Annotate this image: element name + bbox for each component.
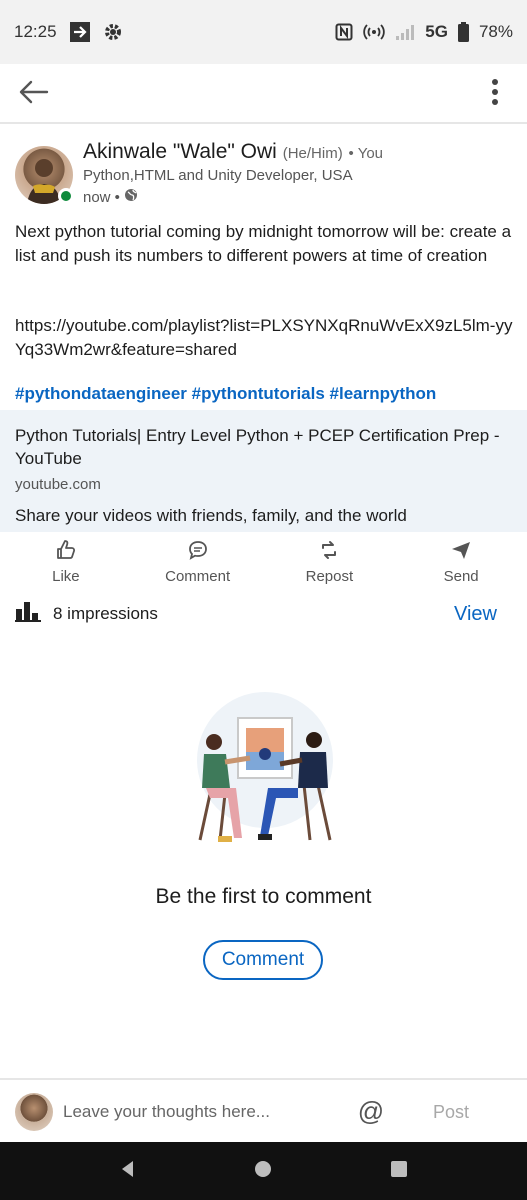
clock: 12:25 bbox=[14, 22, 57, 41]
comment-button[interactable]: Comment bbox=[203, 940, 323, 980]
more-options-button[interactable] bbox=[483, 76, 507, 112]
repost-icon bbox=[318, 539, 340, 565]
repost-label: Repost bbox=[305, 568, 354, 585]
nav-recents-button[interactable] bbox=[389, 1159, 409, 1184]
composer-avatar bbox=[15, 1093, 53, 1131]
author-pronouns: (He/Him) bbox=[282, 145, 343, 162]
impressions-row: 8 impressions bbox=[15, 600, 158, 627]
like-label: Like bbox=[52, 568, 80, 585]
comment-bubble-icon bbox=[187, 539, 209, 565]
network-label: 5G bbox=[425, 22, 448, 41]
signal-icon bbox=[395, 23, 415, 41]
nav-home-button[interactable] bbox=[253, 1159, 273, 1184]
nfc-icon bbox=[335, 23, 353, 41]
author-name[interactable]: Akinwale "Wale" Owi bbox=[83, 140, 277, 163]
post-text: Next python tutorial coming by midnight … bbox=[15, 222, 512, 265]
impressions-count: 8 impressions bbox=[53, 603, 158, 623]
repost-button[interactable]: Repost bbox=[264, 535, 396, 585]
author-relation: • You bbox=[348, 145, 384, 162]
mention-button[interactable]: @ bbox=[356, 1096, 386, 1126]
view-analytics-link[interactable]: View bbox=[454, 603, 497, 626]
online-status-dot bbox=[58, 188, 74, 204]
author-name-line[interactable]: Akinwale "Wale" Owi (He/Him) • You bbox=[83, 140, 383, 164]
link-card-description: Share your videos with friends, family, … bbox=[15, 506, 407, 525]
back-arrow-icon bbox=[19, 80, 49, 109]
bar-chart-icon bbox=[15, 600, 41, 627]
post-actions: Like Comment Repost Send bbox=[0, 535, 527, 585]
exit-icon bbox=[69, 21, 91, 43]
post-link[interactable]: https://youtube.com/playlist?list=PLXSYN… bbox=[15, 314, 515, 362]
comment-action-label: Comment bbox=[165, 568, 231, 585]
battery-level: 78% bbox=[478, 22, 513, 41]
system-nav-bar bbox=[0, 1142, 527, 1200]
post-hashtags[interactable]: #pythondataengineer #pythontutorials #le… bbox=[15, 384, 436, 404]
post-time: now • bbox=[83, 188, 120, 206]
like-button[interactable]: Like bbox=[0, 535, 132, 585]
empty-comments-illustration bbox=[180, 690, 350, 850]
globe-icon bbox=[124, 188, 138, 206]
status-bar: 12:25 5G 78% bbox=[0, 0, 527, 64]
post-time-row: now • bbox=[83, 188, 138, 206]
empty-comments-title: Be the first to comment bbox=[155, 885, 372, 908]
link-card-title: Python Tutorials| Entry Level Python + P… bbox=[15, 426, 500, 468]
link-preview-card[interactable]: Python Tutorials| Entry Level Python + P… bbox=[0, 410, 527, 532]
post-comment-button[interactable]: Post bbox=[433, 1102, 469, 1123]
app-bar bbox=[0, 64, 527, 124]
send-button[interactable]: Send bbox=[395, 535, 527, 585]
back-button[interactable] bbox=[16, 76, 52, 112]
comment-input[interactable]: Leave your thoughts here... bbox=[63, 1102, 270, 1122]
link-card-domain: youtube.com bbox=[15, 476, 101, 493]
comment-composer: Leave your thoughts here... @ Post bbox=[0, 1078, 527, 1142]
triangle-back-icon bbox=[118, 1160, 138, 1183]
hotspot-icon bbox=[363, 22, 386, 42]
nav-back-button[interactable] bbox=[118, 1159, 138, 1184]
circle-home-icon bbox=[253, 1160, 273, 1183]
author-headline: Python,HTML and Unity Developer, USA bbox=[83, 167, 353, 184]
thumbs-up-icon bbox=[55, 539, 77, 565]
send-icon bbox=[450, 539, 472, 565]
settings-gear-icon bbox=[103, 22, 123, 42]
at-mention-icon: @ bbox=[357, 1095, 385, 1126]
square-recents-icon bbox=[389, 1160, 409, 1183]
send-label: Send bbox=[443, 568, 479, 585]
battery-icon bbox=[457, 22, 469, 42]
more-vertical-icon bbox=[491, 78, 499, 111]
comment-action-button[interactable]: Comment bbox=[132, 535, 264, 585]
